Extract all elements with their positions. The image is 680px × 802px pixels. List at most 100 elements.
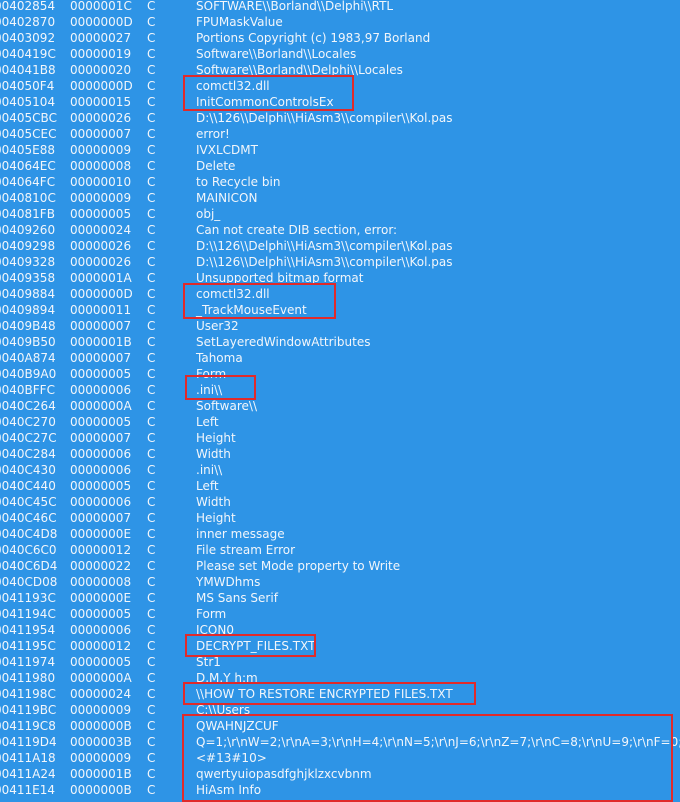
address-cell: 0040C46C <box>0 511 57 525</box>
type-cell: C <box>147 367 156 381</box>
length-cell: 00000006 <box>70 623 132 637</box>
type-cell: C <box>147 0 156 13</box>
string-cell: SetLayeredWindowAttributes <box>196 335 371 349</box>
address-cell: 00411E14 <box>0 783 56 797</box>
length-cell: 00000024 <box>70 687 132 701</box>
type-cell: C <box>147 31 156 45</box>
type-cell: C <box>147 127 156 141</box>
string-cell: .ini\\ <box>196 463 223 477</box>
type-cell: C <box>147 399 156 413</box>
type-cell: C <box>147 703 156 717</box>
address-cell: 0040C440 <box>0 479 56 493</box>
length-cell: 00000027 <box>70 31 132 45</box>
type-cell: C <box>147 783 156 797</box>
length-cell: 00000005 <box>70 207 132 221</box>
address-cell: 00411A18 <box>0 751 56 765</box>
length-cell: 0000000E <box>70 527 132 541</box>
length-cell: 00000009 <box>70 143 132 157</box>
address-cell: 004119D4 <box>0 735 57 749</box>
string-cell: Height <box>196 511 236 525</box>
type-cell: C <box>147 95 156 109</box>
address-cell: 0040C4D8 <box>0 527 58 541</box>
string-cell: Delete <box>196 159 236 173</box>
type-cell: C <box>147 159 156 173</box>
string-cell: inner message <box>196 527 285 541</box>
length-cell: 00000006 <box>70 495 132 509</box>
type-cell: C <box>147 111 156 125</box>
type-cell: C <box>147 287 156 301</box>
string-cell: D:\\126\\Delphi\\HiAsm3\\compiler\\Kol.p… <box>196 255 453 269</box>
length-cell: 00000005 <box>70 655 132 669</box>
address-cell: 0040B9A0 <box>0 367 57 381</box>
length-cell: 00000010 <box>70 175 132 189</box>
address-cell: 00409328 <box>0 255 56 269</box>
string-cell: D:\\126\\Delphi\\HiAsm3\\compiler\\Kol.p… <box>196 239 453 253</box>
address-cell: 0041194C <box>0 607 56 621</box>
string-cell: FPUMaskValue <box>196 15 283 29</box>
address-cell: 004064FC <box>0 175 56 189</box>
address-cell: 0040C6D4 <box>0 559 58 573</box>
string-cell: Can not create DIB section, error: <box>196 223 398 237</box>
length-cell: 00000009 <box>70 703 132 717</box>
length-cell: 0000000D <box>70 287 133 301</box>
length-cell: 00000022 <box>70 559 132 573</box>
length-cell: 0000001C <box>70 0 132 13</box>
string-cell: SOFTWARE\\Borland\\Delphi\\RTL <box>196 0 394 13</box>
string-cell: MAINICON <box>196 191 258 205</box>
type-cell: C <box>147 543 156 557</box>
address-cell: 00411974 <box>0 655 56 669</box>
length-cell: 0000000D <box>70 15 133 29</box>
string-cell: Width <box>196 495 231 509</box>
address-cell: 00409260 <box>0 223 56 237</box>
type-cell: C <box>147 575 156 589</box>
length-cell: 00000006 <box>70 463 132 477</box>
highlight-box-comctl32-trackmouseevent <box>183 283 336 319</box>
length-cell: 00000007 <box>70 319 132 333</box>
highlight-box-ini <box>185 375 256 400</box>
type-cell: C <box>147 479 156 493</box>
type-cell: C <box>147 223 156 237</box>
address-cell: 00405E88 <box>0 143 56 157</box>
address-cell: 00405CBC <box>0 111 57 125</box>
length-cell: 00000009 <box>70 191 132 205</box>
address-cell: 00411A24 <box>0 767 56 781</box>
address-cell: 0041195C <box>0 639 56 653</box>
address-cell: 0040C27C <box>0 431 57 445</box>
highlight-box-comctl32-initcommoncontrols <box>183 75 354 111</box>
string-cell: User32 <box>196 319 239 333</box>
address-cell: 00409894 <box>0 303 56 317</box>
type-cell: C <box>147 383 156 397</box>
length-cell: 00000005 <box>70 415 132 429</box>
length-cell: 0000000B <box>70 719 132 733</box>
string-cell: Please set Mode property to Write <box>196 559 401 573</box>
address-cell: 00411980 <box>0 671 56 685</box>
address-cell: 0040A874 <box>0 351 56 365</box>
string-cell: Form <box>196 607 227 621</box>
length-cell: 00000007 <box>70 127 132 141</box>
length-cell: 0000000B <box>70 783 132 797</box>
type-cell: C <box>147 751 156 765</box>
length-cell: 00000007 <box>70 351 132 365</box>
type-cell: C <box>147 47 156 61</box>
type-cell: C <box>147 495 156 509</box>
type-cell: C <box>147 79 156 93</box>
type-cell: C <box>147 607 156 621</box>
length-cell: 00000007 <box>70 511 132 525</box>
type-cell: C <box>147 767 156 781</box>
length-cell: 00000006 <box>70 383 132 397</box>
highlight-box-decrypt-files <box>185 634 316 657</box>
type-cell: C <box>147 175 156 189</box>
string-cell: Left <box>196 415 219 429</box>
length-cell: 00000026 <box>70 111 132 125</box>
address-cell: 00409B50 <box>0 335 56 349</box>
string-cell: IVXLCDMT <box>196 143 258 157</box>
length-cell: 00000008 <box>70 575 132 589</box>
address-cell: 0040C264 <box>0 399 56 413</box>
string-cell: Height <box>196 431 236 445</box>
length-cell: 00000012 <box>70 639 132 653</box>
address-cell: 00411954 <box>0 623 56 637</box>
length-cell: 00000019 <box>70 47 132 61</box>
length-cell: 0000001A <box>70 271 132 285</box>
length-cell: 00000026 <box>70 239 132 253</box>
type-cell: C <box>147 719 156 733</box>
